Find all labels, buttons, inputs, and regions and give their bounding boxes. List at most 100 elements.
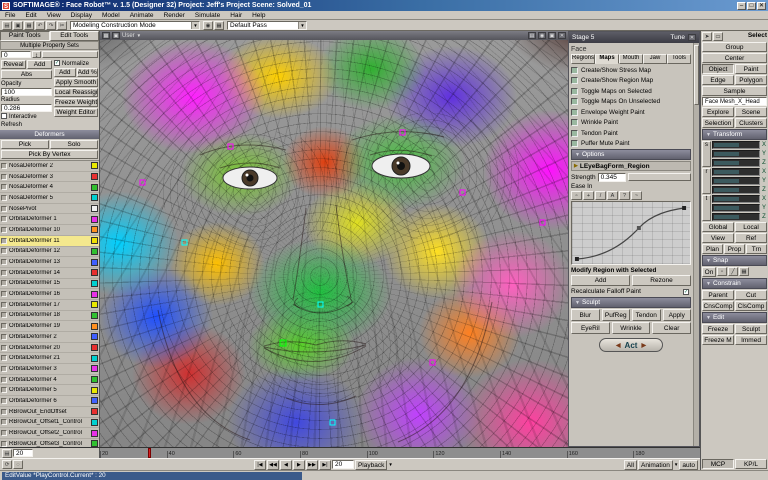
lock-icon[interactable]: ▣ bbox=[112, 32, 120, 39]
trn-button[interactable]: Trn bbox=[746, 244, 767, 254]
group-button[interactable]: Group bbox=[702, 42, 767, 52]
tune-panel-header[interactable]: Stage 5 Tune ✕ bbox=[569, 32, 699, 43]
close-view-icon[interactable]: ✕ bbox=[558, 32, 566, 39]
deformer-row[interactable]: OrbitalDeformer 15 bbox=[0, 279, 99, 290]
strength-field[interactable]: 0.345 bbox=[597, 172, 626, 182]
chevron-down-icon[interactable]: ▼ bbox=[191, 21, 199, 29]
deformer-color-swatch[interactable] bbox=[91, 162, 98, 170]
deformer-row[interactable]: OrbitalDeformer 10 bbox=[0, 225, 99, 236]
menu-item[interactable]: Render bbox=[159, 12, 190, 19]
weight-spinner[interactable]: ↕ bbox=[32, 51, 41, 58]
cut-button[interactable]: Cut bbox=[735, 290, 767, 300]
map-option[interactable]: Wrinkle Paint bbox=[571, 118, 691, 129]
timeline-ruler[interactable]: 20 40 60 80 100 120 140 160 180 bbox=[100, 448, 700, 458]
deformer-color-swatch[interactable] bbox=[91, 205, 98, 213]
deformer-color-swatch[interactable] bbox=[91, 258, 98, 266]
deformer-color-swatch[interactable] bbox=[91, 376, 98, 384]
deformer-color-swatch[interactable] bbox=[91, 173, 98, 181]
rotate-z-field[interactable] bbox=[712, 186, 760, 194]
step-back-button[interactable]: ◀ bbox=[279, 459, 292, 470]
deformer-mute-toggle[interactable] bbox=[1, 291, 7, 298]
chevron-down-icon[interactable]: ▼ bbox=[674, 462, 678, 467]
deformer-row[interactable]: NosePivot bbox=[0, 204, 99, 215]
deformer-mute-toggle[interactable] bbox=[1, 397, 7, 404]
add-button[interactable]: Add bbox=[27, 60, 52, 69]
maximize-view-icon[interactable]: ▣ bbox=[548, 32, 556, 39]
ref-mode-button[interactable]: Ref bbox=[735, 233, 767, 243]
go-to-end-button[interactable]: ▶| bbox=[318, 459, 331, 470]
tab-paint-tools[interactable]: Paint Tools bbox=[0, 31, 50, 41]
deformer-row[interactable]: RBrowOut_Offset3_Control bbox=[0, 439, 99, 447]
deformer-color-swatch[interactable] bbox=[91, 322, 98, 330]
curve-tool-icon[interactable]: ~ bbox=[631, 191, 642, 200]
deformer-row[interactable]: RBrowOut_Offset2_Control bbox=[0, 428, 99, 439]
local-mode-button[interactable]: Local bbox=[735, 222, 767, 232]
snap-point-icon[interactable]: ▫ bbox=[717, 267, 727, 276]
cut-icon[interactable]: ✂ bbox=[57, 20, 67, 30]
deformer-handles[interactable] bbox=[139, 129, 546, 426]
polygon-filter-button[interactable]: Polygon bbox=[735, 75, 767, 85]
prev-keyframe-button[interactable]: ◀◀ bbox=[266, 459, 279, 470]
deformer-color-swatch[interactable] bbox=[91, 429, 98, 437]
rezone-button[interactable]: Rezone bbox=[632, 275, 691, 286]
snap-grid-icon[interactable]: ▦ bbox=[739, 267, 749, 276]
redo-icon[interactable]: ↷ bbox=[46, 20, 56, 30]
translate-x-field[interactable] bbox=[712, 195, 760, 203]
add-percent-button[interactable]: Add % bbox=[76, 68, 98, 77]
deformer-mute-toggle[interactable] bbox=[1, 205, 7, 212]
deformer-row[interactable]: OrbitalDeformer 13 bbox=[0, 257, 99, 268]
map-option-icon[interactable] bbox=[571, 66, 578, 74]
pufreg-button[interactable]: PufReg bbox=[601, 309, 630, 321]
freeze-m-button[interactable]: Freeze M bbox=[702, 335, 734, 345]
chevron-down-icon[interactable]: ▼ bbox=[388, 462, 392, 467]
deformer-row[interactable]: RBrowOut_Offset1_Control bbox=[0, 418, 99, 429]
blur-button[interactable]: Blur bbox=[571, 309, 600, 321]
recalc-checkbox[interactable]: ✓ bbox=[683, 288, 689, 295]
next-keyframe-button[interactable]: ▶▶ bbox=[305, 459, 318, 470]
deformer-mute-toggle[interactable] bbox=[1, 387, 7, 394]
chevron-down-icon[interactable]: ▼ bbox=[137, 33, 141, 38]
rotate-mode-button[interactable]: r bbox=[702, 168, 711, 194]
go-to-start-button[interactable]: |◀ bbox=[253, 459, 266, 470]
scale-x-field[interactable] bbox=[712, 141, 760, 149]
reveal-button[interactable]: Reveal bbox=[1, 60, 26, 69]
deformer-color-swatch[interactable] bbox=[91, 386, 98, 394]
deformer-mute-toggle[interactable] bbox=[1, 440, 7, 447]
tab-maps[interactable]: Maps bbox=[595, 54, 619, 64]
map-option-icon[interactable] bbox=[571, 119, 578, 127]
deformer-row[interactable]: OrbitalDeformer 4 bbox=[0, 375, 99, 386]
playback-menu-button[interactable]: Playback bbox=[354, 459, 388, 470]
mute-icon[interactable]: ◌ bbox=[13, 460, 23, 469]
shaded-mode-icon[interactable]: ◉ bbox=[538, 32, 546, 39]
map-option[interactable]: Envelope Weight Paint bbox=[571, 107, 691, 118]
deformer-mute-toggle[interactable] bbox=[1, 355, 7, 362]
apply-smooth-button[interactable]: Apply Smooth bbox=[54, 78, 98, 87]
abs-button[interactable]: Abs bbox=[1, 70, 52, 79]
grid-icon[interactable]: ▦ bbox=[214, 20, 224, 30]
current-selection-field[interactable]: Face Mesh_X_Head bbox=[702, 97, 767, 106]
menu-item[interactable]: View bbox=[42, 12, 66, 19]
deformer-color-swatch[interactable] bbox=[91, 247, 98, 255]
play-button[interactable]: ▶ bbox=[292, 459, 305, 470]
curve-tool-icon[interactable]: / bbox=[595, 191, 606, 200]
deformer-mute-toggle[interactable] bbox=[1, 237, 7, 244]
eyeril-button[interactable]: EyeRil bbox=[571, 322, 610, 334]
deformer-row[interactable]: OrbitalDeformer 19 bbox=[0, 321, 99, 332]
deformer-row[interactable]: NosaDeformer 4 bbox=[0, 182, 99, 194]
scale-y-field[interactable] bbox=[712, 150, 760, 158]
deformer-mute-toggle[interactable] bbox=[1, 173, 7, 180]
scrollbar-thumb[interactable] bbox=[694, 45, 699, 105]
deformer-color-swatch[interactable] bbox=[91, 354, 98, 362]
deformer-color-swatch[interactable] bbox=[91, 397, 98, 405]
clusters-button[interactable]: Clusters bbox=[735, 118, 767, 128]
deformer-row[interactable]: OrbitalDeformer 21 bbox=[0, 353, 99, 365]
menu-item[interactable]: Help bbox=[247, 12, 270, 19]
deformer-row[interactable]: NosaDeformer 5 bbox=[0, 193, 99, 204]
scene-button[interactable]: Scene bbox=[735, 107, 767, 117]
strength-slider[interactable] bbox=[627, 173, 691, 181]
interactive-refresh-option[interactable]: Interactive Refresh bbox=[1, 113, 52, 129]
normalize-option[interactable]: ✓ Normalize bbox=[54, 60, 98, 68]
solo-button[interactable]: Solo bbox=[50, 140, 98, 149]
tab-edit-tools[interactable]: Edit Tools bbox=[49, 31, 99, 41]
camera-icon[interactable]: ◉ bbox=[203, 20, 213, 30]
